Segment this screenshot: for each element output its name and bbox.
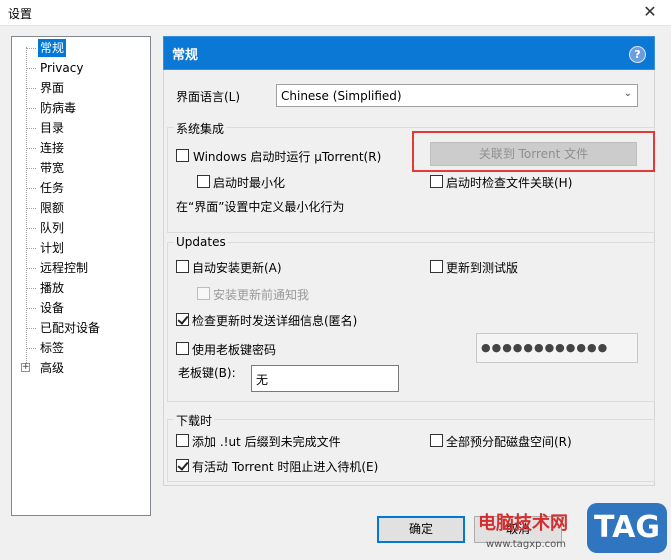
boss-key-password-checkbox[interactable] <box>176 342 189 355</box>
window-title: 设置 <box>8 7 33 21</box>
boss-key-label: 老板键(B): <box>178 366 236 380</box>
system-integration-title: 系统集成 <box>174 120 227 137</box>
watermark-url: www.tagxp.com <box>486 539 566 550</box>
language-select[interactable]: Chinese (Simplified) ⌄ <box>276 84 638 107</box>
auto-install-checkbox[interactable] <box>176 260 189 273</box>
section-title: 常规 <box>172 48 199 63</box>
language-label: 界面语言(L) <box>176 90 241 104</box>
boss-key-password-field[interactable]: ●●●●●●●●●●●● <box>476 333 638 363</box>
boss-key-password-label: 使用老板键密码 <box>192 343 277 357</box>
download-title: 下载时 <box>174 412 215 429</box>
annotation-highlight-box <box>412 131 655 172</box>
updates-title: Updates <box>174 235 228 249</box>
watermark-tag-logo: TAG <box>587 503 667 553</box>
section-header: 常规 ? <box>163 36 655 70</box>
beta-updates-checkbox[interactable] <box>430 260 443 273</box>
watermark-site-name: 电脑技术网 <box>478 513 568 534</box>
preallocate-checkbox[interactable] <box>430 434 443 447</box>
auto-install-label: 自动安装更新(A) <box>192 261 282 275</box>
prevent-standby-checkbox[interactable] <box>176 459 189 472</box>
expand-plus-icon[interactable]: + <box>21 363 30 372</box>
boss-key-input[interactable]: 无 <box>251 365 399 392</box>
add-lut-suffix-checkbox[interactable] <box>176 434 189 447</box>
notify-before-install-label: 安装更新前通知我 <box>213 288 310 302</box>
title-bar: 设置 ✕ <box>0 0 671 26</box>
boss-key-value: 无 <box>256 373 269 387</box>
prevent-standby-label: 有活动 Torrent 时阻止进入待机(E) <box>192 460 379 474</box>
close-icon[interactable]: ✕ <box>635 1 665 25</box>
beta-updates-label: 更新到测试版 <box>446 261 519 275</box>
chevron-down-icon: ⌄ <box>623 88 632 99</box>
start-minimized-label: 启动时最小化 <box>213 176 286 190</box>
check-association-checkbox[interactable] <box>430 175 443 188</box>
minimize-note: 在“界面”设置中定义最小化行为 <box>176 200 345 214</box>
notify-before-install-checkbox[interactable] <box>197 287 210 300</box>
start-with-windows-label: Windows 启动时运行 µTorrent(R) <box>193 150 382 164</box>
start-with-windows-checkbox[interactable] <box>176 149 189 162</box>
password-mask: ●●●●●●●●●●●● <box>481 341 609 354</box>
add-lut-suffix-label: 添加 .!ut 后缀到未完成文件 <box>192 435 341 449</box>
start-minimized-checkbox[interactable] <box>197 175 210 188</box>
help-icon[interactable]: ? <box>629 46 646 63</box>
settings-category-tree[interactable]: 常规 Privacy 界面 防病毒 目录 连接 带宽 任务 限额 队列 计划 远… <box>11 36 151 516</box>
preallocate-label: 全部预分配磁盘空间(R) <box>446 435 572 449</box>
language-value: Chinese (Simplified) <box>281 89 402 103</box>
ok-button[interactable]: 确定 <box>377 516 465 543</box>
send-details-label: 检查更新时发送详细信息(匿名) <box>192 314 358 328</box>
send-details-checkbox[interactable] <box>176 313 189 326</box>
check-association-label: 启动时检查文件关联(H) <box>446 176 573 190</box>
